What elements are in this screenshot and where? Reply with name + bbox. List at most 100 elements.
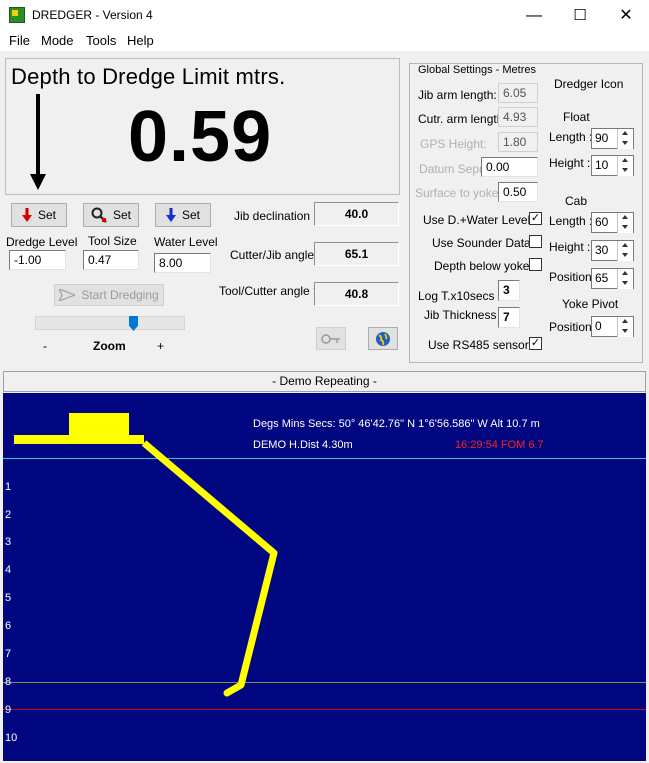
tool-size-field[interactable]: 0.47 — [83, 250, 139, 270]
close-button[interactable]: ✕ — [603, 0, 649, 31]
zoom-label: Zoom — [93, 339, 126, 353]
gps-height-field[interactable]: 1.80 — [498, 132, 538, 152]
cab-height-spinner[interactable]: 30 — [591, 240, 634, 261]
use-water-levels-checkbox[interactable]: ✓ — [529, 212, 542, 225]
yoke-position-value: 0 — [595, 319, 602, 333]
spinner-arrows-icon[interactable] — [617, 317, 633, 337]
cab-shape — [69, 413, 129, 437]
jib-declination-value: 40.0 — [314, 202, 399, 226]
spinner-arrows-icon[interactable] — [617, 241, 633, 261]
cutter-head — [223, 681, 245, 697]
spinner-arrows-icon[interactable] — [617, 213, 633, 233]
use-rs485-label: Use RS485 sensors: — [428, 338, 539, 352]
down-arrow-head-icon — [30, 174, 46, 190]
set-tool-size-button[interactable]: Set — [83, 203, 139, 227]
jib-arm-length-label: Jib arm length: — [418, 88, 497, 102]
log-time-label: Log T.x10secs : — [418, 289, 502, 303]
menu-tools[interactable]: Tools — [86, 33, 116, 48]
depth-title: Depth to Dredge Limit mtrs. — [11, 64, 286, 89]
cutr-arm-length-field[interactable]: 4.93 — [498, 107, 538, 127]
dredge-level-label: Dredge Level — [6, 235, 78, 249]
start-dredging-button[interactable]: Start Dredging — [54, 284, 164, 306]
cutter-jib-angle-label: Cutter/Jib angle ° — [230, 248, 323, 262]
use-sounder-checkbox[interactable] — [529, 235, 542, 248]
key-button[interactable] — [316, 327, 346, 350]
start-dredging-label: Start Dredging — [81, 288, 159, 302]
spinner-arrows-icon[interactable] — [617, 269, 633, 289]
globe-icon — [376, 331, 390, 346]
jib-declination-label: Jib declination ° — [234, 209, 319, 223]
surface-to-yoke-label: Surface to yoke: — [415, 186, 502, 200]
cab-height-label: Height : — [549, 240, 591, 254]
set-water-level-button[interactable]: Set — [155, 203, 211, 227]
spinner-arrows-icon[interactable] — [617, 156, 633, 176]
yoke-pivot-title: Yoke Pivot — [562, 297, 619, 311]
zoom-minus-label: - — [43, 339, 47, 353]
cab-length-value: 60 — [595, 215, 609, 229]
cab-length-spinner[interactable]: 60 — [591, 212, 634, 233]
cab-position-spinner[interactable]: 65 — [591, 268, 634, 289]
use-sounder-label: Use Sounder Data : — [432, 236, 538, 250]
jib-arm-length-field[interactable]: 6.05 — [498, 83, 538, 103]
log-time-field[interactable]: 3 — [498, 280, 520, 301]
cab-height-value: 30 — [595, 243, 609, 257]
tool-cutter-angle-label: Tool/Cutter angle ° — [219, 284, 318, 298]
float-length-spinner[interactable]: 90 — [591, 128, 634, 149]
status-bar: - Demo Repeating - — [3, 371, 646, 392]
surface-to-yoke-field[interactable]: 0.50 — [498, 182, 538, 202]
use-water-levels-label: Use D.+Water Levels: — [423, 213, 540, 227]
menu-file[interactable]: File — [9, 33, 30, 48]
menu-help[interactable]: Help — [127, 33, 154, 48]
app-icon — [9, 7, 25, 23]
float-height-spinner[interactable]: 10 — [591, 155, 634, 176]
blue-down-arrow-icon — [165, 208, 176, 222]
set-label: Set — [112, 208, 131, 222]
globe-button[interactable] — [368, 327, 398, 350]
tool-cutter-angle-value: 40.8 — [314, 282, 399, 306]
dredge-level-field[interactable]: -1.00 — [9, 250, 66, 270]
menu-bar: File Mode Tools Help — [0, 31, 649, 51]
window-title: DREDGER - Version 4 — [32, 8, 153, 22]
datum-sepn-field[interactable]: 0.00 — [481, 157, 538, 177]
water-level-label: Water Level — [154, 235, 218, 249]
clock-readout: 16:29:54 FOM 6.7 — [455, 439, 544, 451]
down-arrow-icon — [36, 94, 40, 182]
tool-icon — [91, 207, 107, 223]
menu-mode[interactable]: Mode — [41, 33, 74, 48]
float-length-value: 90 — [595, 131, 609, 145]
cutter-jib-angle-value: 65.1 — [314, 242, 399, 266]
float-height-label: Height : — [549, 156, 591, 170]
float-title: Float — [563, 110, 590, 124]
zoom-slider[interactable] — [35, 316, 185, 330]
float-length-label: Length : — [549, 130, 593, 144]
cutr-arm-length-label: Cutr. arm length: — [418, 112, 507, 126]
send-arrow-icon — [59, 289, 76, 301]
cab-title: Cab — [565, 194, 588, 208]
depth-value: 0.59 — [128, 97, 273, 177]
gps-readout: Degs Mins Secs: 50° 46'42.76" N 1°6'56.5… — [253, 418, 540, 430]
dredger-arm — [141, 440, 278, 686]
dredger-icon-title: Dredger Icon — [554, 77, 624, 91]
key-icon — [321, 333, 340, 344]
zoom-plus-label: + — [157, 339, 165, 353]
float-height-value: 10 — [595, 158, 609, 172]
set-dredge-level-button[interactable]: Set — [11, 203, 67, 227]
cab-length-label: Length : — [549, 214, 593, 228]
red-down-arrow-icon — [21, 208, 32, 222]
depth-below-yoke-label: Depth below yoke: — [434, 259, 533, 273]
distance-readout: DEMO H.Dist 4.30m — [253, 439, 353, 451]
use-rs485-checkbox[interactable]: ✓ — [529, 337, 542, 350]
yoke-position-spinner[interactable]: 0 — [591, 316, 634, 337]
spinner-arrows-icon[interactable] — [617, 129, 633, 149]
minimize-button[interactable]: — — [511, 0, 557, 31]
jib-thickness-label: Jib Thickness : — [424, 308, 504, 322]
tool-size-label: Tool Size — [88, 234, 137, 248]
gps-height-label: GPS Height: — [420, 137, 487, 151]
depth-below-yoke-checkbox[interactable] — [529, 258, 542, 271]
maximize-button[interactable]: ☐ — [557, 0, 603, 31]
datum-sepn-label: Datum Sepn: — [419, 162, 490, 176]
water-level-field[interactable]: 8.00 — [154, 253, 211, 273]
set-label: Set — [37, 208, 56, 222]
set-label: Set — [181, 208, 200, 222]
jib-thickness-field[interactable]: 7 — [498, 307, 520, 328]
